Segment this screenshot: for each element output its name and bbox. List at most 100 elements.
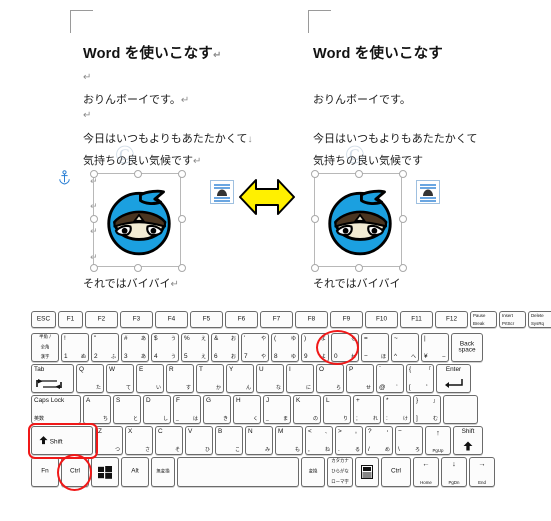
resize-handle-sw[interactable] bbox=[311, 264, 319, 272]
key-n[interactable]: Nみ bbox=[245, 426, 273, 455]
key-colon[interactable]: *: け bbox=[383, 395, 411, 424]
resize-handle-w[interactable] bbox=[311, 215, 319, 223]
key-f10[interactable]: F10 bbox=[365, 311, 398, 328]
key-henkan[interactable]: 変換 bbox=[301, 457, 325, 487]
key-q[interactable]: Qた bbox=[76, 364, 104, 393]
resize-handle-s[interactable] bbox=[134, 264, 142, 272]
key-f8[interactable]: F8 bbox=[295, 311, 328, 328]
key-s[interactable]: Sと bbox=[113, 395, 141, 424]
key-f12[interactable]: F12 bbox=[435, 311, 468, 328]
key-a[interactable]: Aち bbox=[83, 395, 111, 424]
key-7[interactable]: ' や 7 や bbox=[241, 333, 269, 362]
resize-handle-sw[interactable] bbox=[90, 264, 98, 272]
key-ime-toggle[interactable] bbox=[355, 457, 379, 487]
key-f2[interactable]: F2 bbox=[85, 311, 118, 328]
key-insert-prtscr[interactable]: Insert PrtScr bbox=[499, 311, 526, 328]
key-backspace[interactable]: Back space bbox=[451, 333, 483, 362]
key-slash[interactable]: ? ・ / め bbox=[365, 426, 393, 455]
key-pause-break[interactable]: Pause Break bbox=[470, 311, 497, 328]
key-hankaku-zenkaku[interactable]: 半角 / 全角 漢字 bbox=[31, 333, 59, 362]
ninja-image-left[interactable] bbox=[103, 180, 175, 265]
key-4[interactable]: $ う 4 う bbox=[151, 333, 179, 362]
key-muhenkan[interactable]: 無変換 bbox=[151, 457, 175, 487]
key-caps-lock[interactable]: Caps Lock 英数 bbox=[31, 395, 81, 424]
key-bracket-right[interactable]: } 」] む bbox=[413, 395, 441, 424]
key-u[interactable]: Uな bbox=[256, 364, 284, 393]
layout-options-button-left[interactable] bbox=[210, 180, 234, 204]
key-z[interactable]: Zつ bbox=[95, 426, 123, 455]
key-caret[interactable]: ~ ^ へ bbox=[391, 333, 419, 362]
key-tab[interactable]: Tab bbox=[31, 364, 74, 393]
key-c[interactable]: Cそ bbox=[155, 426, 183, 455]
key-arrow-down-pgdn[interactable]: ↓ PgDn bbox=[441, 457, 467, 487]
resize-handle-n[interactable] bbox=[134, 170, 142, 178]
key-y[interactable]: Yん bbox=[226, 364, 254, 393]
key-yen[interactable]: | ¥ − bbox=[421, 333, 449, 362]
key-shift-left[interactable]: Shift bbox=[31, 426, 93, 455]
key-6[interactable]: & お 6 お bbox=[211, 333, 239, 362]
key-semicolon[interactable]: +; れ bbox=[353, 395, 381, 424]
key-period[interactable]: > 。. る bbox=[335, 426, 363, 455]
key-v[interactable]: Vひ bbox=[185, 426, 213, 455]
key-minus[interactable]: = − ほ bbox=[361, 333, 389, 362]
key-enter[interactable]: Enter bbox=[436, 364, 471, 393]
key-3[interactable]: # あ 3 あ bbox=[121, 333, 149, 362]
key-esc[interactable]: ESC bbox=[31, 311, 56, 328]
ninja-image-right[interactable] bbox=[324, 180, 396, 265]
key-9[interactable]: ) よ 9 よ bbox=[301, 333, 329, 362]
key-t[interactable]: Tか bbox=[196, 364, 224, 393]
key-f4[interactable]: F4 bbox=[155, 311, 188, 328]
key-g[interactable]: Gき bbox=[203, 395, 231, 424]
key-shift-right[interactable]: Shift bbox=[453, 426, 483, 455]
layout-options-button-right[interactable] bbox=[416, 180, 440, 204]
key-fn[interactable]: Fn bbox=[31, 457, 59, 487]
key-o[interactable]: Oら bbox=[316, 364, 344, 393]
key-f[interactable]: F _ は bbox=[173, 395, 201, 424]
key-f7[interactable]: F7 bbox=[260, 311, 293, 328]
key-f9[interactable]: F9 bbox=[330, 311, 363, 328]
key-5[interactable]: % え 5 え bbox=[181, 333, 209, 362]
key-l[interactable]: Lり bbox=[323, 395, 351, 424]
key-0[interactable]: を 0 わ bbox=[331, 333, 359, 362]
key-h[interactable]: Hく bbox=[233, 395, 261, 424]
key-space[interactable] bbox=[177, 457, 299, 487]
key-2[interactable]: " 2 ふ bbox=[91, 333, 119, 362]
resize-handle-n[interactable] bbox=[355, 170, 363, 178]
key-d[interactable]: Dし bbox=[143, 395, 171, 424]
key-m[interactable]: Mも bbox=[275, 426, 303, 455]
key-arrow-up-pgup[interactable]: ↑ PgUp bbox=[425, 426, 451, 455]
key-p[interactable]: Pせ bbox=[346, 364, 374, 393]
key-enter-lower-part[interactable] bbox=[443, 395, 478, 424]
resize-handle-e[interactable] bbox=[399, 215, 407, 223]
resize-handle-w[interactable] bbox=[90, 215, 98, 223]
key-b[interactable]: Bこ bbox=[215, 426, 243, 455]
key-alt[interactable]: Alt bbox=[121, 457, 149, 487]
key-r[interactable]: Rす bbox=[166, 364, 194, 393]
key-e[interactable]: Eい bbox=[136, 364, 164, 393]
key-katakana-hiragana[interactable]: カタカナ ひらがな ローマ字 bbox=[327, 457, 353, 487]
resize-handle-ne[interactable] bbox=[178, 170, 186, 178]
resize-handle-ne[interactable] bbox=[399, 170, 407, 178]
key-ctrl-right[interactable]: Ctrl bbox=[381, 457, 411, 487]
key-ctrl-left[interactable]: Ctrl bbox=[61, 457, 89, 487]
resize-handle-nw[interactable] bbox=[311, 170, 319, 178]
key-f1[interactable]: F1 bbox=[58, 311, 83, 328]
key-comma[interactable]: < 、, ね bbox=[305, 426, 333, 455]
key-j[interactable]: J _ ま bbox=[263, 395, 291, 424]
resize-handle-se[interactable] bbox=[178, 264, 186, 272]
key-bracket-left[interactable]: {「 [゜ bbox=[406, 364, 434, 393]
key-8[interactable]: ( ゆ 8 ゆ bbox=[271, 333, 299, 362]
resize-handle-nw[interactable] bbox=[90, 170, 98, 178]
key-f11[interactable]: F11 bbox=[400, 311, 433, 328]
key-f5[interactable]: F5 bbox=[190, 311, 223, 328]
key-arrow-left-home[interactable]: ← Home bbox=[413, 457, 439, 487]
key-x[interactable]: Xさ bbox=[125, 426, 153, 455]
key-f3[interactable]: F3 bbox=[120, 311, 153, 328]
key-at[interactable]: ` @ ゛ bbox=[376, 364, 404, 393]
key-arrow-right-end[interactable]: → End bbox=[469, 457, 495, 487]
key-1[interactable]: ! 1 ぬ bbox=[61, 333, 89, 362]
key-w[interactable]: Wて bbox=[106, 364, 134, 393]
resize-handle-s[interactable] bbox=[355, 264, 363, 272]
resize-handle-se[interactable] bbox=[399, 264, 407, 272]
key-backslash[interactable]: − \ ろ bbox=[395, 426, 423, 455]
